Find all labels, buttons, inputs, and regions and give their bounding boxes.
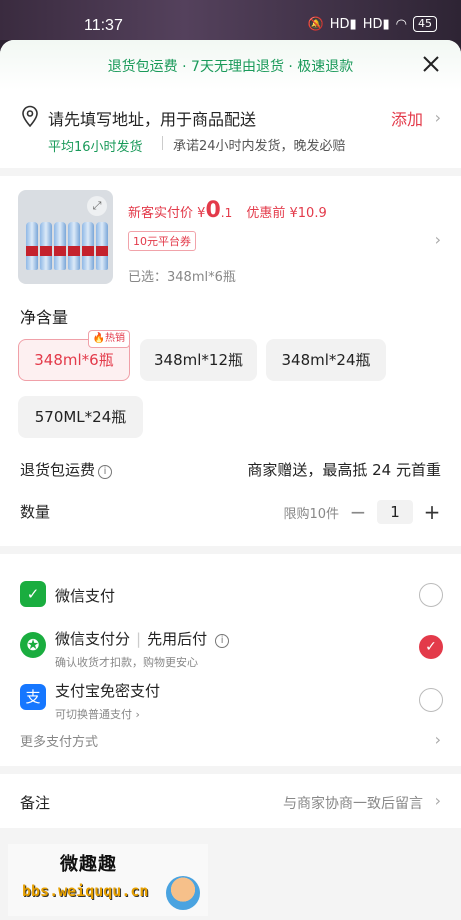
alipay-icon: 支 [20,684,46,710]
chevron-right-icon: › [434,730,441,749]
quantity-stepper: 限购10件 − 1 + [283,500,441,524]
section-divider [0,546,461,554]
section-divider [0,168,461,176]
payment-sub: 确认收货才扣款，购物更安心 [55,656,198,669]
add-address-button[interactable]: 添加 [391,106,423,130]
return-shipping-label: 退货包运费 i [20,459,113,480]
more-payment-label: 更多支付方式 [20,735,99,750]
price-prefix: 新客实付价 [128,206,194,221]
purchase-limit: 限购10件 [283,506,339,522]
fire-icon: 🔥 [92,333,105,344]
radio-wechat-score[interactable]: ✓ [419,635,443,659]
minus-button[interactable]: − [349,500,367,524]
status-bar: 11:37 🔕 HD▮ HD▮ ◠ 45 [0,0,461,40]
payment-wechat[interactable]: ✓ 微信支付 [0,580,461,610]
product-summary[interactable]: ⤢ 新客实付价 ¥0.1 优惠前 ¥10.9 10元平台券 › 已选：348ml… [0,180,461,290]
plus-button[interactable]: + [423,500,441,524]
quantity-value[interactable]: 1 [377,500,413,524]
remark-label: 备注 [20,794,51,812]
spec-option-2[interactable]: 348ml*12瓶 [140,339,257,381]
radio-wechat[interactable] [419,583,443,607]
payment-name: 微信支付 [55,587,116,605]
payment-sub[interactable]: 可切换普通支付 › [55,706,140,722]
chevron-right-icon: › [434,791,441,810]
remark-placeholder: 与商家协商一致后留言 [283,796,423,812]
watermark: 微趣趣 bbs.weiququ.cn [8,844,208,916]
status-icons: 🔕 HD▮ HD▮ ◠ 45 [308,16,437,32]
signal-icon: HD▮ [329,16,357,32]
shipping-average: 平均16小时发货 [48,140,143,155]
radio-alipay[interactable] [419,688,443,712]
divider [162,136,163,150]
payment-alipay[interactable]: 支 支付宝免密支付 可切换普通支付 › [0,678,461,724]
signal-icon-2: HD▮ [362,16,390,32]
original-price-label: 优惠前 [246,206,286,221]
zoom-icon[interactable]: ⤢ [87,196,107,216]
selected-spec: 已选：348ml*6瓶 [128,270,236,285]
chevron-right-icon: › [434,230,441,249]
service-banner-text: 退货包运费 · 7天无理由退货 · 极速退款 [107,59,354,75]
payment-name: 支付宝免密支付 [55,682,161,700]
shipping-promise: 承诺24小时内发货，晚发必赔 [173,139,346,154]
wifi-icon: ◠ [395,16,407,32]
section-divider [0,766,461,774]
spec-option-4[interactable]: 570ML*24瓶 [18,396,143,438]
price-integer: 0 [205,198,221,223]
close-icon[interactable] [419,52,443,76]
purchase-sheet: 退货包运费 · 7天无理由退货 · 极速退款 请先填写地址，用于商品配送 添加 … [0,40,461,920]
hot-badge: 🔥热销 [87,330,130,348]
watermark-url: bbs.weiququ.cn [22,882,149,900]
remark-row[interactable]: 备注 与商家协商一致后留言 › [0,791,461,816]
mascot-icon [166,876,200,910]
return-shipping-value: 商家赠送，最高抵 24 元首重 [247,461,441,479]
price-decimal: .1 [220,206,233,220]
quantity-label: 数量 [20,503,51,521]
spec-option-1[interactable]: 348ml*6瓶 🔥热销 [18,330,130,381]
more-payment-methods[interactable]: 更多支付方式 › [0,730,461,752]
chevron-right-icon: › [434,108,441,127]
price-line: 新客实付价 ¥0.1 优惠前 ¥10.9 [128,198,327,223]
info-icon[interactable]: i [215,634,230,648]
coupon-badge: 10元平台券 [128,231,196,251]
battery-icon: 45 [413,16,437,32]
payment-wechat-score[interactable]: ✪ 微信支付分 | 先用后付 i 确认收货才扣款，购物更安心 ✓ [0,626,461,670]
status-time: 11:37 [84,17,123,34]
bottom-area: 微趣趣 bbs.weiququ.cn [0,828,461,920]
mute-icon: 🔕 [307,16,324,32]
service-banner: 退货包运费 · 7天无理由退货 · 极速退款 [0,40,461,90]
spec-title: 净含量 [20,308,69,327]
address-prompt: 请先填写地址，用于商品配送 [48,110,257,129]
original-price: ¥10.9 [289,206,327,221]
wechat-pay-icon: ✓ [20,581,46,607]
location-pin-icon [22,105,38,127]
spec-option-3[interactable]: 348ml*24瓶 [266,339,386,381]
watermark-title: 微趣趣 [60,854,117,875]
payment-name: 微信支付分 | 先用后付 i [55,628,230,649]
wechat-score-icon: ✪ [20,632,46,658]
product-image[interactable]: ⤢ [18,190,113,284]
info-icon[interactable]: i [98,465,113,479]
